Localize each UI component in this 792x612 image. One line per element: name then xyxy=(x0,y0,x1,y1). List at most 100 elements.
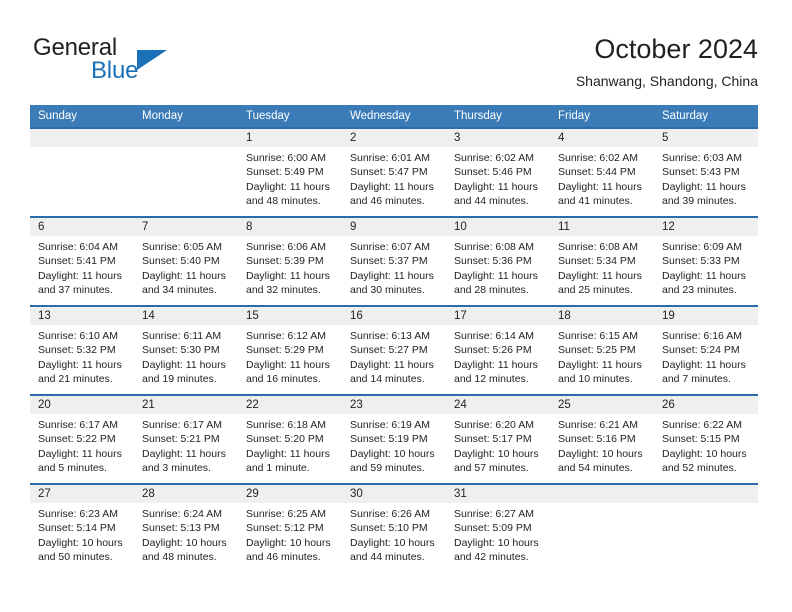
day-number: 17 xyxy=(446,307,550,325)
day-cell-inner xyxy=(654,485,758,573)
day-details: Sunrise: 6:00 AM Sunset: 5:49 PM Daylight:… xyxy=(238,147,342,208)
sunset-text: Sunset: 5:43 PM xyxy=(662,166,740,179)
day-details: Sunrise: 6:21 AM Sunset: 5:16 PM Daylight:… xyxy=(550,414,654,475)
sunrise-sunset-calendar: Sunday Monday Tuesday Wednesday Thursday… xyxy=(30,105,758,573)
calendar-body: 1 Sunrise: 6:00 AM Sunset: 5:49 PM Daylight… xyxy=(30,127,758,573)
sunset-text: Sunset: 5:19 PM xyxy=(350,433,428,446)
sunset-text: Sunset: 5:22 PM xyxy=(38,433,116,446)
day-details: Sunrise: 6:16 AM Sunset: 5:24 PM Daylight:… xyxy=(654,325,758,386)
calendar-day-cell[interactable]: 19 Sunrise: 6:16 AM Sunset: 5:24 PM Dayligh… xyxy=(654,305,758,395)
daylight-text: Daylight: 10 hours and 54 minutes. xyxy=(558,447,643,474)
day-cell-inner: 15 Sunrise: 6:12 AM Sunset: 5:29 PM Dayligh… xyxy=(238,307,342,394)
sunset-text: Sunset: 5:20 PM xyxy=(246,433,324,446)
calendar-empty-cell xyxy=(654,483,758,573)
day-details: Sunrise: 6:05 AM Sunset: 5:40 PM Daylight:… xyxy=(134,236,238,297)
sunset-text: Sunset: 5:44 PM xyxy=(558,166,636,179)
day-number: 16 xyxy=(342,307,446,325)
calendar-day-cell[interactable]: 23 Sunrise: 6:19 AM Sunset: 5:19 PM Dayligh… xyxy=(342,394,446,484)
calendar-day-cell[interactable]: 5 Sunrise: 6:03 AM Sunset: 5:43 PM Daylight… xyxy=(654,127,758,217)
day-cell-inner: 17 Sunrise: 6:14 AM Sunset: 5:26 PM Dayligh… xyxy=(446,307,550,394)
calendar-day-cell[interactable]: 10 Sunrise: 6:08 AM Sunset: 5:36 PM Dayligh… xyxy=(446,216,550,306)
sunset-text: Sunset: 5:41 PM xyxy=(38,255,116,268)
day-cell-inner xyxy=(30,129,134,216)
day-cell-inner: 2 Sunrise: 6:01 AM Sunset: 5:47 PM Daylight… xyxy=(342,129,446,216)
calendar-day-cell[interactable]: 6 Sunrise: 6:04 AM Sunset: 5:41 PM Daylight… xyxy=(30,216,134,306)
sunset-text: Sunset: 5:25 PM xyxy=(558,344,636,357)
calendar-day-cell[interactable]: 1 Sunrise: 6:00 AM Sunset: 5:49 PM Daylight… xyxy=(238,127,342,217)
day-details: Sunrise: 6:20 AM Sunset: 5:17 PM Daylight:… xyxy=(446,414,550,475)
calendar-day-cell[interactable]: 12 Sunrise: 6:09 AM Sunset: 5:33 PM Dayligh… xyxy=(654,216,758,306)
sunrise-text: Sunrise: 6:02 AM xyxy=(454,152,534,164)
calendar-day-cell[interactable]: 18 Sunrise: 6:15 AM Sunset: 5:25 PM Dayligh… xyxy=(550,305,654,395)
daylight-text: Daylight: 11 hours and 19 minutes. xyxy=(142,358,226,385)
calendar-day-cell[interactable]: 11 Sunrise: 6:08 AM Sunset: 5:34 PM Dayligh… xyxy=(550,216,654,306)
daylight-text: Daylight: 11 hours and 5 minutes. xyxy=(38,447,122,474)
calendar-day-cell[interactable]: 31 Sunrise: 6:27 AM Sunset: 5:09 PM Dayligh… xyxy=(446,483,550,573)
sunrise-text: Sunrise: 6:18 AM xyxy=(246,419,326,431)
calendar-page: General Blue October 2024 Shanwang, Shan… xyxy=(0,0,792,612)
sunrise-text: Sunrise: 6:21 AM xyxy=(558,419,638,431)
calendar-day-cell[interactable]: 22 Sunrise: 6:18 AM Sunset: 5:20 PM Dayligh… xyxy=(238,394,342,484)
calendar-day-cell[interactable]: 9 Sunrise: 6:07 AM Sunset: 5:37 PM Daylight… xyxy=(342,216,446,306)
sunrise-text: Sunrise: 6:07 AM xyxy=(350,241,430,253)
calendar-day-cell[interactable]: 26 Sunrise: 6:22 AM Sunset: 5:15 PM Dayligh… xyxy=(654,394,758,484)
calendar-day-cell[interactable]: 13 Sunrise: 6:10 AM Sunset: 5:32 PM Dayligh… xyxy=(30,305,134,395)
day-cell-inner: 13 Sunrise: 6:10 AM Sunset: 5:32 PM Dayligh… xyxy=(30,307,134,394)
sunrise-text: Sunrise: 6:08 AM xyxy=(558,241,638,253)
sunrise-text: Sunrise: 6:09 AM xyxy=(662,241,742,253)
sunrise-text: Sunrise: 6:02 AM xyxy=(558,152,638,164)
day-cell-inner: 1 Sunrise: 6:00 AM Sunset: 5:49 PM Daylight… xyxy=(238,129,342,216)
day-details: Sunrise: 6:24 AM Sunset: 5:13 PM Daylight:… xyxy=(134,503,238,564)
day-cell-inner: 27 Sunrise: 6:23 AM Sunset: 5:14 PM Dayligh… xyxy=(30,485,134,573)
calendar-day-cell[interactable]: 29 Sunrise: 6:25 AM Sunset: 5:12 PM Dayligh… xyxy=(238,483,342,573)
calendar-day-cell[interactable]: 28 Sunrise: 6:24 AM Sunset: 5:13 PM Dayligh… xyxy=(134,483,238,573)
calendar-day-cell[interactable]: 21 Sunrise: 6:17 AM Sunset: 5:21 PM Dayligh… xyxy=(134,394,238,484)
day-details: Sunrise: 6:13 AM Sunset: 5:27 PM Daylight:… xyxy=(342,325,446,386)
calendar-day-cell[interactable]: 15 Sunrise: 6:12 AM Sunset: 5:29 PM Dayligh… xyxy=(238,305,342,395)
day-details: Sunrise: 6:02 AM Sunset: 5:44 PM Daylight:… xyxy=(550,147,654,208)
calendar-day-cell[interactable]: 2 Sunrise: 6:01 AM Sunset: 5:47 PM Daylight… xyxy=(342,127,446,217)
day-details: Sunrise: 6:08 AM Sunset: 5:34 PM Daylight:… xyxy=(550,236,654,297)
sunset-text: Sunset: 5:32 PM xyxy=(38,344,116,357)
calendar-day-cell[interactable]: 17 Sunrise: 6:14 AM Sunset: 5:26 PM Dayligh… xyxy=(446,305,550,395)
sunrise-text: Sunrise: 6:17 AM xyxy=(38,419,118,431)
calendar-week-row: 27 Sunrise: 6:23 AM Sunset: 5:14 PM Dayligh… xyxy=(30,483,758,573)
daylight-text: Daylight: 11 hours and 7 minutes. xyxy=(662,358,746,385)
weekday-header-friday: Friday xyxy=(550,105,654,128)
day-number: 11 xyxy=(550,218,654,236)
sunset-text: Sunset: 5:15 PM xyxy=(662,433,740,446)
calendar-week-row: 1 Sunrise: 6:00 AM Sunset: 5:49 PM Daylight… xyxy=(30,127,758,217)
calendar-day-cell[interactable]: 24 Sunrise: 6:20 AM Sunset: 5:17 PM Dayligh… xyxy=(446,394,550,484)
day-details: Sunrise: 6:27 AM Sunset: 5:09 PM Daylight:… xyxy=(446,503,550,564)
day-cell-inner: 8 Sunrise: 6:06 AM Sunset: 5:39 PM Daylight… xyxy=(238,218,342,305)
sunrise-text: Sunrise: 6:25 AM xyxy=(246,508,326,520)
calendar-day-cell[interactable]: 27 Sunrise: 6:23 AM Sunset: 5:14 PM Dayligh… xyxy=(30,483,134,573)
calendar-empty-cell xyxy=(30,127,134,217)
calendar-day-cell[interactable]: 14 Sunrise: 6:11 AM Sunset: 5:30 PM Dayligh… xyxy=(134,305,238,395)
general-blue-logo[interactable]: General Blue xyxy=(33,35,233,87)
day-number: 14 xyxy=(134,307,238,325)
calendar-day-cell[interactable]: 7 Sunrise: 6:05 AM Sunset: 5:40 PM Daylight… xyxy=(134,216,238,306)
location-subtitle: Shanwang, Shandong, China xyxy=(575,73,758,89)
calendar-day-cell[interactable]: 4 Sunrise: 6:02 AM Sunset: 5:44 PM Daylight… xyxy=(550,127,654,217)
daylight-text: Daylight: 11 hours and 28 minutes. xyxy=(454,269,538,296)
sunrise-text: Sunrise: 6:26 AM xyxy=(350,508,430,520)
day-cell-inner: 31 Sunrise: 6:27 AM Sunset: 5:09 PM Dayligh… xyxy=(446,485,550,573)
day-details: Sunrise: 6:14 AM Sunset: 5:26 PM Daylight:… xyxy=(446,325,550,386)
sunset-text: Sunset: 5:33 PM xyxy=(662,255,740,268)
calendar-day-cell[interactable]: 30 Sunrise: 6:26 AM Sunset: 5:10 PM Dayligh… xyxy=(342,483,446,573)
day-details: Sunrise: 6:19 AM Sunset: 5:19 PM Daylight:… xyxy=(342,414,446,475)
day-details: Sunrise: 6:17 AM Sunset: 5:22 PM Daylight:… xyxy=(30,414,134,475)
weekday-header-monday: Monday xyxy=(134,105,238,128)
day-cell-inner xyxy=(550,485,654,573)
sunset-text: Sunset: 5:09 PM xyxy=(454,522,532,535)
calendar-day-cell[interactable]: 16 Sunrise: 6:13 AM Sunset: 5:27 PM Dayligh… xyxy=(342,305,446,395)
calendar-day-cell[interactable]: 25 Sunrise: 6:21 AM Sunset: 5:16 PM Dayligh… xyxy=(550,394,654,484)
calendar-day-cell[interactable]: 3 Sunrise: 6:02 AM Sunset: 5:46 PM Daylight… xyxy=(446,127,550,217)
calendar-day-cell[interactable]: 20 Sunrise: 6:17 AM Sunset: 5:22 PM Dayligh… xyxy=(30,394,134,484)
sunrise-text: Sunrise: 6:27 AM xyxy=(454,508,534,520)
day-cell-inner: 5 Sunrise: 6:03 AM Sunset: 5:43 PM Daylight… xyxy=(654,129,758,216)
day-number: 27 xyxy=(30,485,134,503)
sunrise-text: Sunrise: 6:16 AM xyxy=(662,330,742,342)
calendar-day-cell[interactable]: 8 Sunrise: 6:06 AM Sunset: 5:39 PM Daylight… xyxy=(238,216,342,306)
